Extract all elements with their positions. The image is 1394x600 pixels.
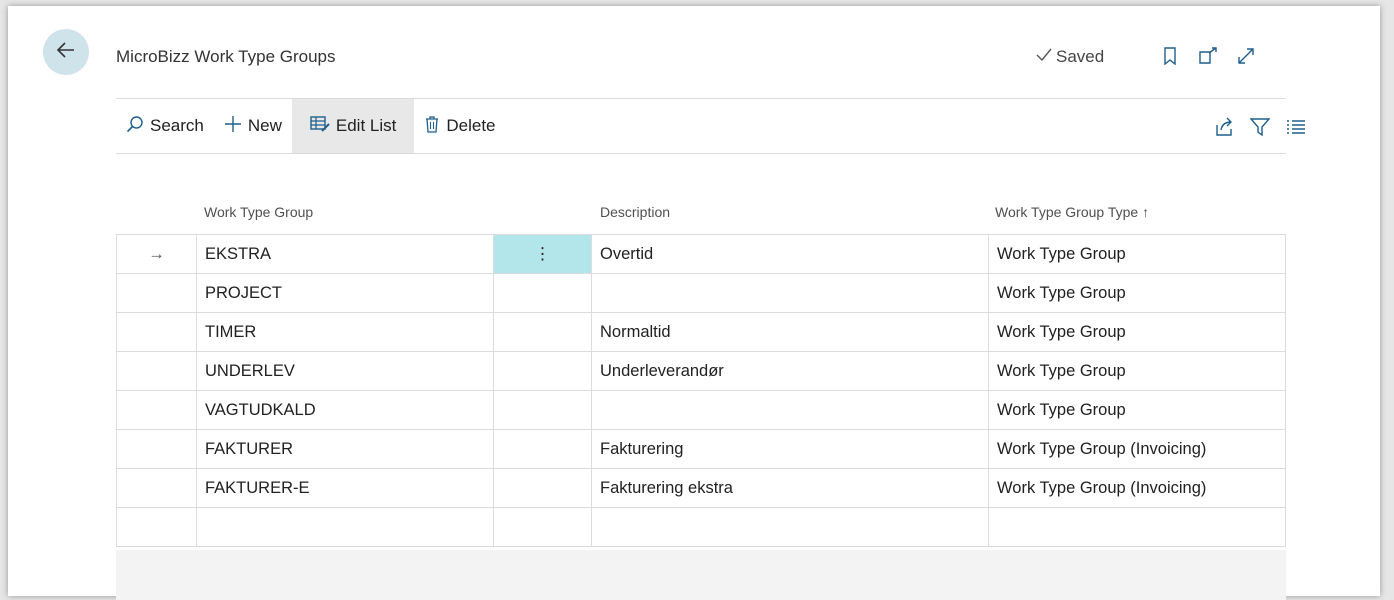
bookmark-icon[interactable] [1160,46,1180,66]
cell-description[interactable] [591,507,989,547]
saved-status: Saved [1036,47,1104,67]
cell-work-type-group[interactable]: FAKTURER-E [196,468,494,508]
cell-work-type-group[interactable]: EKSTRA [196,234,494,274]
cell-work-type-group[interactable]: FAKTURER [196,429,494,469]
delete-button[interactable]: Delete [414,99,505,153]
saved-label: Saved [1056,47,1105,66]
row-actions-menu-icon[interactable]: ⋮ [493,234,592,274]
row-actions-cell[interactable] [493,390,592,430]
list-view-icon[interactable] [1285,116,1307,138]
table-row[interactable]: UNDERLEV Underleverandør Work Type Group [116,351,1286,391]
column-headers: Work Type Group Description Work Type Gr… [116,196,1286,234]
delete-label: Delete [446,116,496,135]
row-actions-cell[interactable] [493,351,592,391]
check-icon [1036,47,1052,67]
cell-work-type-group[interactable]: TIMER [196,312,494,352]
column-header-work-type-group[interactable]: Work Type Group [204,204,313,220]
cell-work-type-group-type[interactable]: Work Type Group [988,351,1286,391]
table-row[interactable]: → EKSTRA ⋮ Overtid Work Type Group [116,234,1286,274]
table-row[interactable]: FAKTURER-E Fakturering ekstra Work Type … [116,468,1286,508]
edit-list-icon [310,115,330,138]
row-indicator [116,273,197,313]
title-actions [1160,46,1256,66]
row-actions-cell[interactable] [493,273,592,313]
table-row[interactable]: TIMER Normaltid Work Type Group [116,312,1286,352]
row-indicator [116,351,197,391]
cell-work-type-group[interactable] [196,507,494,547]
plus-icon [224,115,242,138]
expand-icon[interactable] [1236,46,1256,66]
share-icon[interactable] [1213,116,1235,138]
grid-footer-pane [116,550,1286,600]
cell-description[interactable] [591,390,989,430]
data-table: → EKSTRA ⋮ Overtid Work Type Group PROJE… [116,234,1286,547]
row-actions-cell[interactable] [493,312,592,352]
row-indicator [116,468,197,508]
page-frame: MicroBizz Work Type Groups Saved Search [8,6,1380,600]
cell-work-type-group[interactable]: VAGTUDKALD [196,390,494,430]
row-actions-cell[interactable] [493,507,592,547]
cell-work-type-group-type[interactable] [988,507,1286,547]
row-indicator [116,507,197,547]
list-grid: Work Type Group Description Work Type Gr… [116,196,1286,547]
search-button[interactable]: Search [116,99,214,153]
new-button[interactable]: New [214,99,292,153]
cell-description[interactable]: Overtid [591,234,989,274]
filter-icon[interactable] [1249,116,1271,138]
column-header-work-type-group-type[interactable]: Work Type Group Type ↑ [995,204,1149,220]
row-actions-cell[interactable] [493,429,592,469]
table-row[interactable]: PROJECT Work Type Group [116,273,1286,313]
cell-work-type-group-type[interactable]: Work Type Group [988,390,1286,430]
new-label: New [247,116,282,135]
table-row[interactable]: FAKTURER Fakturering Work Type Group (In… [116,429,1286,469]
row-indicator [116,390,197,430]
cell-description[interactable]: Normaltid [591,312,989,352]
cell-description[interactable]: Fakturering ekstra [591,468,989,508]
search-label: Search [150,116,204,135]
cell-description[interactable]: Fakturering [591,429,989,469]
edit-list-label: Edit List [335,116,397,135]
cell-description[interactable]: Underleverandør [591,351,989,391]
cell-work-type-group[interactable]: UNDERLEV [196,351,494,391]
back-button[interactable] [43,29,89,75]
cell-work-type-group-type[interactable]: Work Type Group (Invoicing) [988,468,1286,508]
column-header-description[interactable]: Description [600,204,670,220]
open-in-new-window-icon[interactable] [1198,46,1218,66]
table-row-new[interactable] [116,507,1286,547]
cell-work-type-group-type[interactable]: Work Type Group [988,234,1286,274]
row-indicator: → [116,234,197,274]
row-indicator [116,312,197,352]
cell-work-type-group-type[interactable]: Work Type Group (Invoicing) [988,429,1286,469]
action-bar: Search New Edit List Delete [116,99,506,153]
list-view-actions [1213,116,1307,138]
cell-work-type-group-type[interactable]: Work Type Group [988,273,1286,313]
arrow-left-icon [55,39,77,66]
cell-work-type-group[interactable]: PROJECT [196,273,494,313]
cell-work-type-group-type[interactable]: Work Type Group [988,312,1286,352]
row-indicator [116,429,197,469]
row-actions-cell[interactable] [493,468,592,508]
edit-list-button[interactable]: Edit List [291,99,415,153]
page-title: MicroBizz Work Type Groups [116,47,336,66]
trash-icon [424,115,440,138]
action-bar-divider [116,153,1286,154]
table-row[interactable]: VAGTUDKALD Work Type Group [116,390,1286,430]
search-icon [126,115,144,138]
cell-description[interactable] [591,273,989,313]
